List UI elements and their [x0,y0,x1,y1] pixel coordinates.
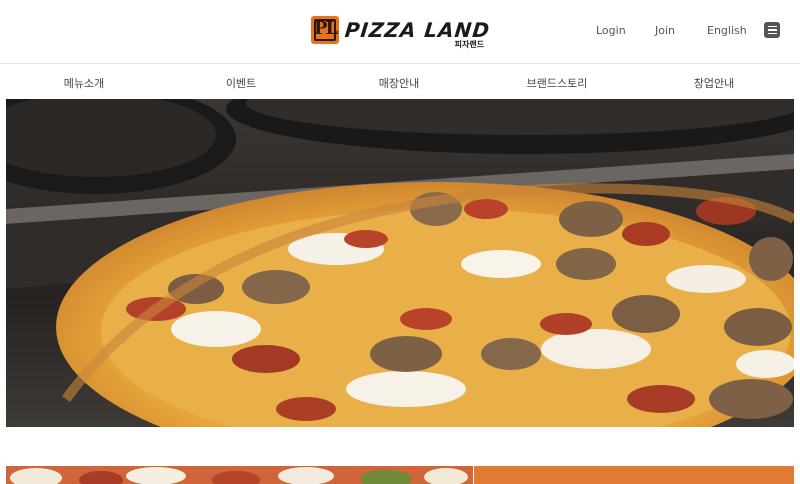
logo-text: PIZZA LAND 피자랜드 [343,17,492,49]
pizza-photo [6,99,794,427]
promo-banner-right[interactable] [474,466,794,484]
login-link[interactable]: Login [596,24,626,37]
main-nav: 메뉴소개 이벤트 매장안내 브랜드스토리 창업안내 [0,65,800,98]
nav-item-franchise[interactable]: 창업안내 [694,75,734,91]
nav-item-event[interactable]: 이벤트 [226,75,256,91]
nav-item-brand-story[interactable]: 브랜드스토리 [527,75,588,91]
hero-banner-image[interactable] [6,99,794,427]
hamburger-menu-icon[interactable] [764,22,780,38]
join-link[interactable]: Join [655,24,675,37]
logo-text-en: PIZZA LAND [343,17,492,42]
nav-item-menu[interactable]: 메뉴소개 [64,75,104,91]
pizza-thumb [6,466,473,484]
nav-item-stores[interactable]: 매장안내 [379,75,419,91]
logo-text-kr: 피자랜드 [454,39,485,49]
logo-mark-icon: PL [311,16,339,44]
site-header: PL PIZZA LAND 피자랜드 Login Join English [0,0,800,64]
site-logo[interactable]: PL PIZZA LAND 피자랜드 [311,14,492,49]
language-link[interactable]: English [707,24,747,37]
promo-image-left[interactable] [6,466,473,484]
